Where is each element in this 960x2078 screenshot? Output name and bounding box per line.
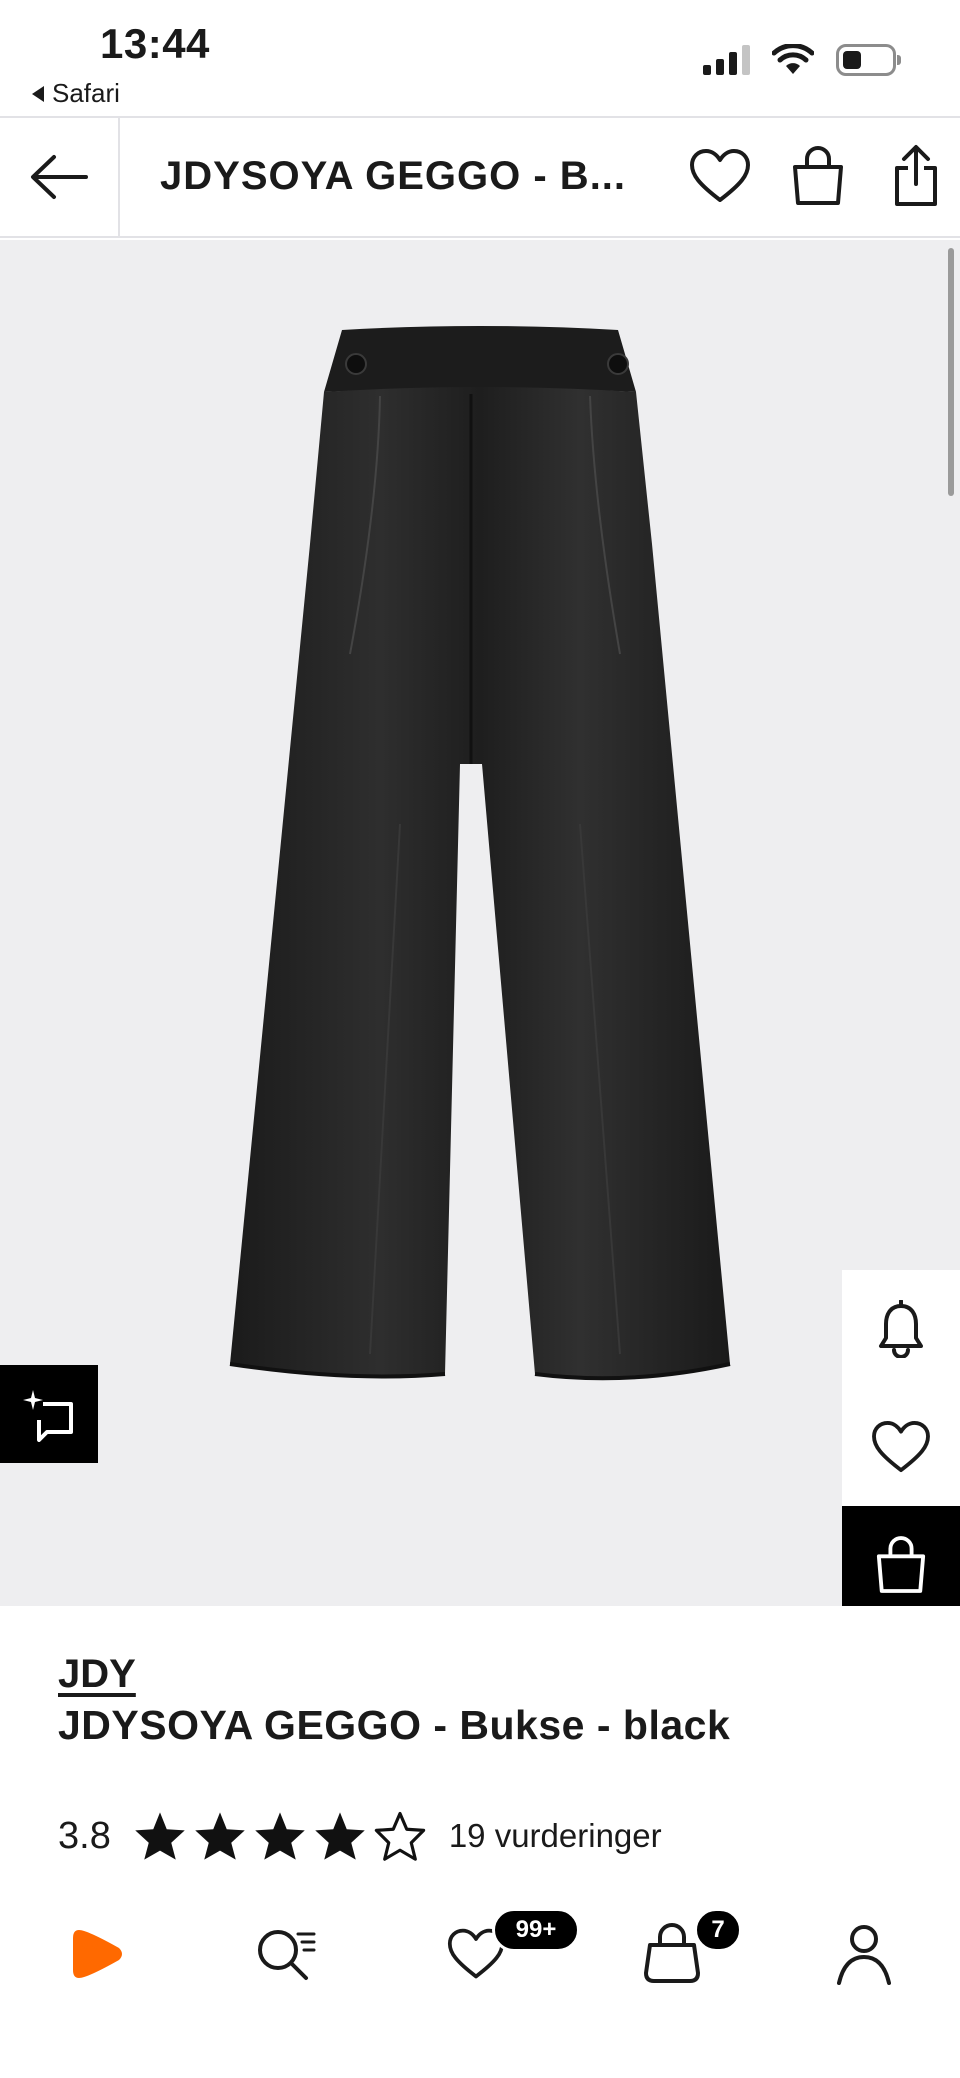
zalando-logo-icon [73,1930,122,1978]
rating-stars [133,1810,427,1862]
back-triangle-icon [32,85,44,102]
notify-button[interactable] [842,1270,960,1388]
battery-icon [836,44,901,76]
wifi-icon [772,44,814,74]
status-bar: 13:44 Safari [0,0,960,116]
star-filled-icon [255,1812,305,1860]
profile-icon [837,1925,891,1985]
header-actions [686,142,950,210]
app-header: JDYSOYA GEGGO - B... [0,116,960,238]
brand-link[interactable]: JDY [58,1652,136,1697]
bag-button[interactable] [784,142,852,210]
wishlist-count-badge: 99+ [492,1908,580,1952]
arrow-left-icon [31,155,88,199]
cellular-signal-icon [703,45,750,75]
shopping-bag-icon [793,146,843,205]
product-name: JDYSOYA GEGGO - Bukse - black [58,1702,731,1748]
page-title: JDYSOYA GEGGO - B... [160,154,627,198]
back-button[interactable] [0,118,120,236]
bottom-nav: 99+ 7 [0,1890,960,2030]
bag-count-badge: 7 [694,1908,742,1952]
share-button[interactable] [882,142,950,210]
back-app-label: Safari [52,78,120,108]
ai-assistant-button[interactable] [0,1365,98,1463]
star-filled-icon [315,1812,365,1860]
star-empty-icon [374,1811,426,1861]
shopping-bag-icon [876,1536,926,1593]
share-icon [895,145,937,206]
status-time: 13:44 [100,20,210,67]
product-image-gallery[interactable] [0,240,960,1606]
star-filled-icon [195,1812,245,1860]
shopping-bag-icon [644,1923,700,1983]
heart-icon [872,1420,930,1473]
rating-value: 3.8 [58,1814,111,1857]
add-to-bag-floating-button[interactable] [842,1506,960,1606]
star-filled-icon [135,1812,185,1860]
back-to-safari-link[interactable]: Safari [32,78,120,109]
floating-actions [842,1270,960,1606]
status-icons [703,44,901,76]
nav-profile[interactable] [814,1904,914,2004]
rating-count: 19 vurderinger [448,1817,662,1854]
search-icon [258,1930,316,1980]
nav-home[interactable] [48,1904,148,2004]
bell-icon [879,1300,923,1358]
product-image [229,326,731,1381]
heart-icon [690,149,750,202]
gallery-scrollbar[interactable] [948,248,954,496]
sparkle-chat-icon [23,1390,73,1442]
nav-search[interactable] [236,1904,336,2004]
wishlist-floating-button[interactable] [842,1388,960,1506]
rating-row[interactable]: 3.8 19 vurderinger [58,1806,662,1866]
wishlist-button[interactable] [686,142,754,210]
